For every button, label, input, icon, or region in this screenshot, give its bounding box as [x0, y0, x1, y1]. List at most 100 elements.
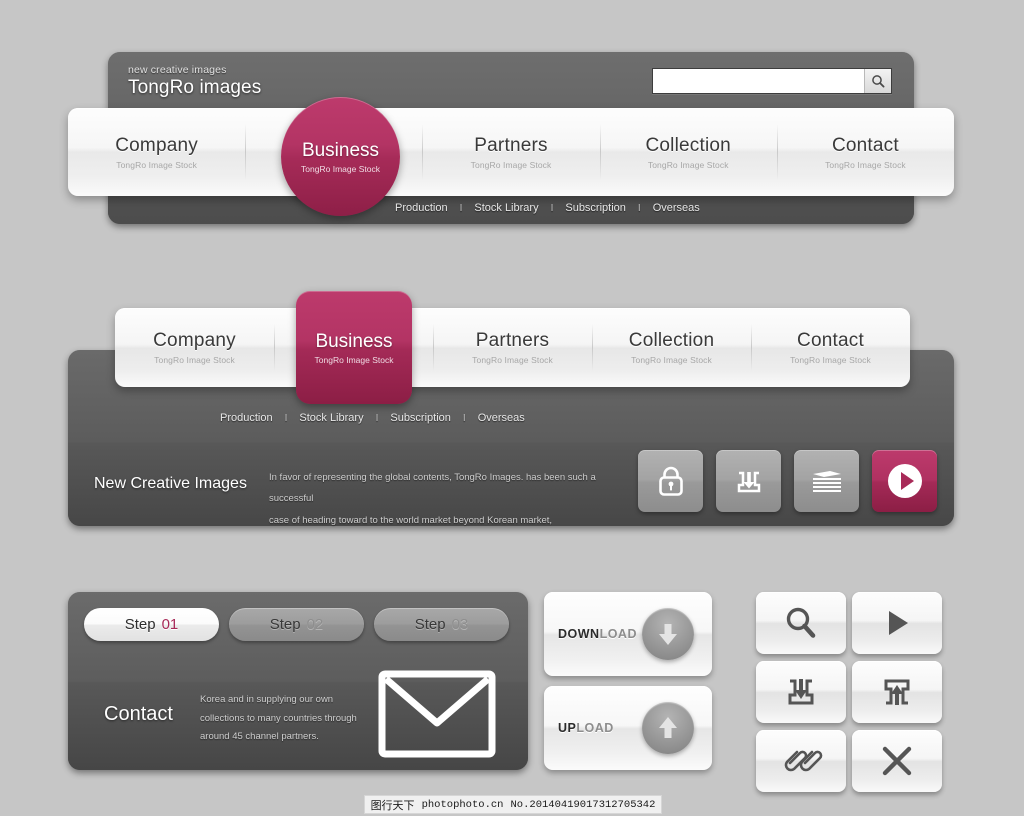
step-number: 03 [451, 616, 469, 633]
nav-sublabel: TongRo Image Stock [301, 163, 380, 174]
subnav-item-subscription[interactable]: Subscription [563, 202, 628, 214]
nav2-item-partners[interactable]: Partners TongRo Image Stock [433, 308, 592, 387]
play-button[interactable] [872, 450, 937, 512]
nav-item-company[interactable]: Company TongRo Image Stock [68, 108, 245, 196]
contact-title: Contact [104, 703, 173, 725]
close-icon [882, 746, 912, 776]
promo-body: In favor of representing the global cont… [269, 467, 624, 531]
step-label: Step [124, 616, 156, 633]
nav2-item-collection[interactable]: Collection TongRo Image Stock [592, 308, 751, 387]
nav-label: Contact [831, 134, 899, 156]
step-tabs: Step 01 Step 02 Step 03 [84, 608, 509, 641]
watermark-number: No.20140419017312705342 [510, 798, 656, 811]
nav-item-collection[interactable]: Collection TongRo Image Stock [599, 108, 777, 196]
download-button[interactable] [716, 450, 781, 512]
nav-sublabel: TongRo Image Stock [116, 159, 197, 170]
nav-sublabel: TongRo Image Stock [790, 355, 871, 365]
watermark: 图行天下 photophoto.cn No.201404190173127053… [364, 795, 662, 814]
nav-label: Contact [797, 330, 864, 351]
paperclip-icon [784, 750, 823, 772]
nav2-item-contact[interactable]: Contact TongRo Image Stock [751, 308, 910, 387]
step-tab-02[interactable]: Step 02 [229, 608, 364, 641]
download-icon [737, 471, 760, 493]
subnav-item-stock-library[interactable]: Stock Library [472, 202, 540, 214]
search-icon [786, 607, 816, 638]
nav2-item-business-square[interactable]: Business TongRo Image Stock [296, 291, 412, 404]
nav-label: Company [153, 330, 236, 351]
brand: new creative images TongRo images [128, 64, 261, 99]
nav-label: Company [115, 134, 198, 156]
nav-sublabel: TongRo Image Stock [154, 355, 235, 365]
nav-label: Collection [645, 134, 731, 156]
arrow-down-circle-icon [642, 608, 694, 660]
subnav-top: Production I Stock Library I Subscriptio… [393, 202, 702, 214]
subnav-separator: I [550, 202, 554, 214]
subnav-separator: I [375, 412, 379, 424]
arrow-up-circle-icon [642, 702, 694, 754]
nav-label: Partners [474, 134, 548, 156]
grid-close-button[interactable] [852, 730, 942, 792]
subnav-item-production[interactable]: Production [218, 412, 275, 424]
nav-sublabel: TongRo Image Stock [825, 159, 906, 170]
upload-label-rest: LOAD [576, 721, 614, 735]
upload-action-button[interactable]: UPLOAD [544, 686, 712, 770]
step-label: Step [269, 616, 301, 633]
contact-body-line-1: Korea and in supplying our own [200, 694, 334, 705]
secondary-nav-rounded: Company TongRo Image Stock Partners Tong… [115, 308, 910, 387]
lock-icon [658, 466, 683, 496]
grid-attachment-button[interactable] [756, 730, 846, 792]
nav2-item-company[interactable]: Company TongRo Image Stock [115, 308, 274, 387]
grid-download-button[interactable] [756, 661, 846, 723]
promo-body-line-1: In favor of representing the global cont… [269, 472, 596, 505]
step-tab-01[interactable]: Step 01 [84, 608, 219, 641]
subnav-item-overseas[interactable]: Overseas [476, 412, 527, 424]
nav-label: Partners [475, 330, 550, 351]
search-bar[interactable] [652, 68, 892, 94]
upload-icon [884, 679, 910, 705]
promo-title: New Creative Images [94, 475, 247, 492]
subnav-separator: I [459, 202, 463, 214]
play-icon [889, 611, 908, 635]
layers-button[interactable] [794, 450, 859, 512]
lock-button[interactable] [638, 450, 703, 512]
subnav-secondary: Production I Stock Library I Subscriptio… [218, 412, 527, 424]
page-root: new creative images TongRo images Compan… [0, 0, 1024, 816]
nav-item-contact[interactable]: Contact TongRo Image Stock [776, 108, 954, 196]
primary-nav-rounded: Company TongRo Image Stock Partners Tong… [68, 108, 954, 196]
nav-item-partners[interactable]: Partners TongRo Image Stock [422, 108, 599, 196]
envelope-icon [378, 670, 496, 758]
upload-label: UPLOAD [558, 721, 614, 735]
search-icon [872, 75, 885, 88]
arrow-down-icon [659, 624, 677, 645]
subnav-item-stock-library[interactable]: Stock Library [297, 412, 365, 424]
download-action-button[interactable]: DOWNLOAD [544, 592, 712, 676]
layers-icon [812, 471, 841, 492]
envelope-button[interactable] [378, 670, 496, 763]
nav-item-business-circle[interactable]: Business TongRo Image Stock [281, 97, 400, 216]
nav-label: Collection [628, 330, 715, 351]
subnav-item-overseas[interactable]: Overseas [651, 202, 702, 214]
download-label-strong: DOWN [558, 627, 600, 641]
arrow-up-icon [659, 717, 677, 738]
contact-body: Korea and in supplying our own collectio… [200, 691, 390, 747]
grid-play-button[interactable] [852, 592, 942, 654]
subnav-separator: I [637, 202, 641, 214]
subnav-separator: I [462, 412, 466, 424]
contact-body-line-2: collections to many countries through [200, 712, 357, 724]
icon-grid [756, 592, 942, 792]
contact-body-line-3: around 45 channel partners. [200, 731, 319, 743]
promo-icon-row [638, 450, 937, 512]
subnav-separator: I [284, 412, 288, 424]
step-number: 01 [161, 616, 179, 633]
download-label-rest: LOAD [599, 627, 637, 641]
watermark-site: photophoto.cn [421, 798, 504, 811]
search-input[interactable] [653, 69, 864, 93]
nav-label: Business [315, 330, 393, 352]
search-button[interactable] [864, 69, 891, 93]
grid-search-button[interactable] [756, 592, 846, 654]
subnav-item-subscription[interactable]: Subscription [388, 412, 453, 424]
download-label: DOWNLOAD [558, 627, 637, 641]
subnav-item-production[interactable]: Production [393, 202, 450, 214]
grid-upload-button[interactable] [852, 661, 942, 723]
step-tab-03[interactable]: Step 03 [374, 608, 509, 641]
